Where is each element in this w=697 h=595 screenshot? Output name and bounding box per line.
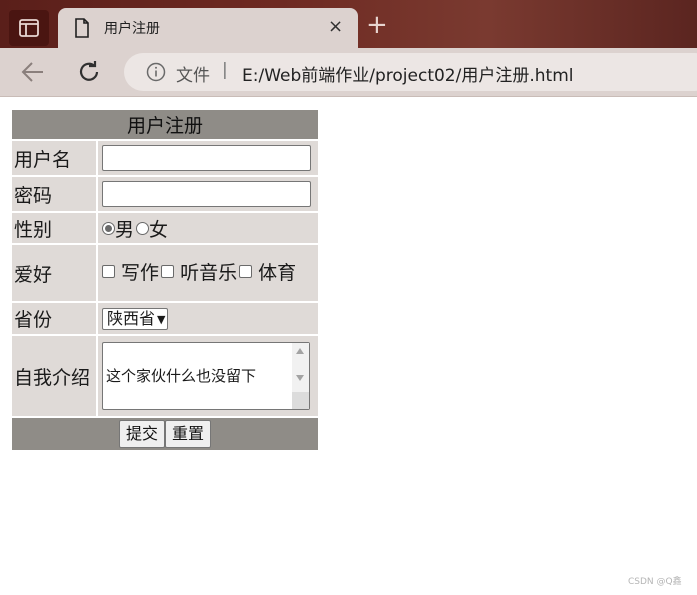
province-selected-value: 陕西省 xyxy=(107,308,156,328)
hobby-label: 爱好 xyxy=(12,245,96,301)
gender-radio-male[interactable] xyxy=(102,221,115,235)
intro-textarea[interactable]: 这个家伙什么也没留下 xyxy=(102,342,310,410)
submit-button[interactable]: 提交 xyxy=(118,420,165,448)
province-select[interactable]: 陕西省 ▼ xyxy=(102,307,169,330)
browser-tab[interactable]: 用户注册 × xyxy=(58,8,358,48)
tab-close-button[interactable]: × xyxy=(328,17,343,37)
back-arrow-icon[interactable] xyxy=(20,60,46,84)
hobby-checkbox-sports[interactable] xyxy=(239,265,253,278)
chevron-down-icon: ▼ xyxy=(157,312,166,326)
new-tab-button[interactable]: + xyxy=(366,12,388,38)
password-input[interactable] xyxy=(102,181,311,207)
hobby-option-writing: 写作 xyxy=(121,262,160,284)
hobby-option-music: 听音乐 xyxy=(180,262,238,284)
form-title: 用户注册 xyxy=(12,110,318,139)
hobby-checkbox-writing[interactable] xyxy=(102,265,115,278)
reload-icon[interactable] xyxy=(76,59,102,85)
address-scheme-label: 文件 xyxy=(176,66,210,86)
scroll-up-icon[interactable] xyxy=(296,348,304,354)
intro-text: 这个家伙什么也没留下 xyxy=(106,367,257,385)
gender-radio-female[interactable] xyxy=(136,221,150,235)
watermark: CSDN @Q鑫 xyxy=(628,577,682,587)
gender-option-male: 男 xyxy=(115,218,135,241)
browser-titlebar: 用户注册 × + xyxy=(0,0,697,48)
textarea-scrollbar[interactable] xyxy=(292,343,309,409)
gender-option-female: 女 xyxy=(149,218,169,241)
window-menu-button[interactable] xyxy=(9,10,49,46)
hobby-checkbox-music[interactable] xyxy=(161,265,175,278)
address-bar[interactable]: 文件 | E:/Web前端作业/project02/用户注册.html xyxy=(124,53,697,91)
password-label: 密码 xyxy=(12,177,96,211)
resize-grip-icon[interactable] xyxy=(292,392,309,409)
info-icon[interactable] xyxy=(146,62,166,82)
hobby-option-sports: 体育 xyxy=(258,262,297,284)
address-url[interactable]: E:/Web前端作业/project02/用户注册.html xyxy=(242,61,573,86)
scroll-down-icon[interactable] xyxy=(296,375,304,381)
province-label: 省份 xyxy=(12,303,96,334)
document-icon xyxy=(75,18,89,38)
form-actions: 提交 重置 xyxy=(12,418,318,450)
gender-label: 性别 xyxy=(12,213,96,243)
intro-label: 自我介绍 xyxy=(12,336,96,416)
registration-form-table: 用户注册 用户名 密码 性别 男女 爱好 写作 听音乐 体育 省份 陕西省 ▼ 自… xyxy=(10,108,320,452)
username-input[interactable] xyxy=(102,145,311,171)
tab-title: 用户注册 xyxy=(104,21,160,37)
address-separator: | xyxy=(222,60,228,80)
username-label: 用户名 xyxy=(12,141,96,175)
reset-button[interactable]: 重置 xyxy=(165,420,212,448)
window-icon xyxy=(19,19,39,37)
browser-toolbar: 文件 | E:/Web前端作业/project02/用户注册.html xyxy=(0,48,697,97)
